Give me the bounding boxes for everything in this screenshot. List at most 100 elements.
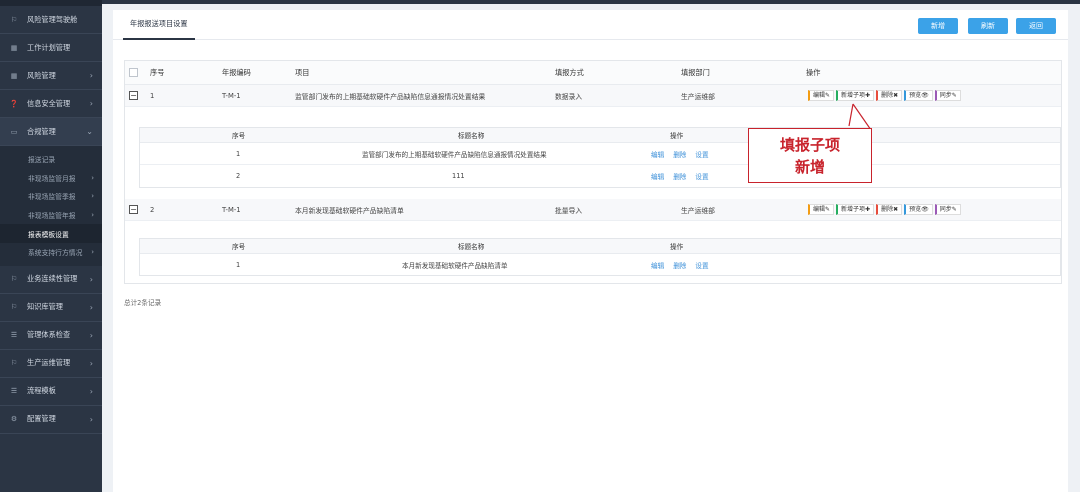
child-edit-link[interactable]: 编辑 <box>651 171 664 181</box>
report-items-table: 序号 年报编码 项目 填报方式 填报部门 操作 − 1 T-M-1 监管部门发布… <box>124 60 1062 284</box>
child-title: 本月新发现基础软硬件产品缺陷清单 <box>402 262 508 270</box>
preview-button[interactable]: 预览👁 <box>904 204 933 215</box>
child-header-seq: 序号 <box>232 243 246 251</box>
sidebar-item-label: 管理体系检查 <box>27 330 71 340</box>
row-item: 本月新发现基础软硬件产品缺陷清单 <box>295 206 404 215</box>
delete-button[interactable]: 删除✖ <box>876 204 903 215</box>
chevron-right-icon: › <box>91 248 94 257</box>
collapse-toggle[interactable]: − <box>129 85 138 106</box>
add-button[interactable]: 新增 <box>918 18 958 34</box>
child-edit-link[interactable]: 编辑 <box>651 149 664 159</box>
sidebar-subitem-label: 报表模板设置 <box>28 230 69 239</box>
sidebar-item-system-check[interactable]: ☰ 管理体系检查 › <box>0 322 102 350</box>
sidebar-item-label: 流程模板 <box>27 386 56 396</box>
top-bar <box>102 0 1080 4</box>
refresh-button[interactable]: 刷新 <box>968 18 1008 34</box>
child-title: 111 <box>452 172 465 180</box>
calendar-icon: ▦ <box>10 43 18 52</box>
chevron-right-icon: › <box>89 99 93 108</box>
annotation-line-2: 新增 <box>794 158 825 176</box>
child-header-ops: 操作 <box>670 132 684 140</box>
sidebar-subitem-annual[interactable]: 非现场监管年报 › <box>0 206 102 225</box>
sidebar-item-work-plan[interactable]: ▦ 工作计划管理 <box>0 34 102 62</box>
sync-button[interactable]: 同步✎ <box>934 90 961 101</box>
child-settings-link[interactable]: 设置 <box>695 260 708 270</box>
row-dept: 生产运维部 <box>681 92 715 101</box>
row-seq: 2 <box>150 205 155 214</box>
child-actions: 编辑 删除 设置 <box>651 143 718 164</box>
tab-annual-report-settings[interactable]: 年报报送项目设置 <box>123 16 195 40</box>
child-row: 1 本月新发现基础软硬件产品缺陷清单 编辑 删除 设置 <box>140 254 1060 276</box>
edit-button[interactable]: 编辑✎ <box>808 204 835 215</box>
list-icon: ☰ <box>10 387 18 396</box>
sidebar-subitem-label: 报送记录 <box>28 156 56 165</box>
sidebar-item-knowledge[interactable]: ⚐ 知识库管理 › <box>0 294 102 322</box>
child-settings-link[interactable]: 设置 <box>695 171 708 181</box>
edit-button[interactable]: 编辑✎ <box>808 90 835 101</box>
child-delete-link[interactable]: 删除 <box>673 171 686 181</box>
header-item: 项目 <box>295 67 310 77</box>
child-seq: 1 <box>236 149 241 158</box>
select-all-checkbox[interactable] <box>129 61 138 84</box>
sidebar-subitem-label: 非现场监管年报 <box>28 212 76 221</box>
sync-button[interactable]: 同步✎ <box>934 204 961 215</box>
sidebar-subitem-label: 非现场监管季报 <box>28 193 76 202</box>
sidebar-item-risk[interactable]: ▦ 风险管理 › <box>0 62 102 90</box>
row-seq: 1 <box>150 91 155 100</box>
sidebar-item-workflow[interactable]: ☰ 流程模板 › <box>0 378 102 406</box>
child-row: 1 监管部门发布的上期基础软硬件产品缺陷信息通报情况处置结果 编辑 删除 设置 <box>140 143 1060 165</box>
sidebar-submenu-compliance: 报送记录 非现场监管月报 › 非现场监管季报 › 非现场监管年报 › 报表模板设… <box>0 146 102 266</box>
sidebar-subitem-template-settings[interactable]: 报表模板设置 <box>0 224 102 243</box>
sidebar-item-compliance[interactable]: ▭ 合规管理 ⌄ <box>0 118 102 146</box>
sidebar-item-config[interactable]: ⚙ 配置管理 › <box>0 406 102 434</box>
sidebar-item-risk-cockpit[interactable]: ⚐ 风险管理驾驶舱 <box>0 6 102 34</box>
folder-icon: ▭ <box>10 127 18 136</box>
chevron-right-icon: › <box>89 71 93 80</box>
child-table-header: 序号 标题名称 操作 <box>140 239 1060 254</box>
list-icon: ☰ <box>10 331 18 340</box>
table-row: − 2 T-M-1 本月新发现基础软硬件产品缺陷清单 批量导入 生产运维部 编辑… <box>125 199 1061 221</box>
flag-icon: ⚐ <box>10 275 18 284</box>
header-code: 年报编码 <box>222 67 251 77</box>
tab-bar: 年报报送项目设置 新增 刷新 返回 <box>113 10 1068 40</box>
sidebar-item-continuity[interactable]: ⚐ 业务连续性管理 › <box>0 266 102 294</box>
child-header-title: 标题名称 <box>458 132 485 140</box>
child-seq: 1 <box>236 261 241 269</box>
main-content: 年报报送项目设置 新增 刷新 返回 序号 年报编码 项目 填报方式 填报部门 操… <box>113 10 1068 492</box>
sidebar: ⚐ 风险管理驾驶舱 ▦ 工作计划管理 ▦ 风险管理 › ❓ 信息安全管理 › ▭… <box>0 0 102 492</box>
back-button[interactable]: 返回 <box>1016 18 1056 34</box>
child-title: 监管部门发布的上期基础软硬件产品缺陷信息通报情况处置结果 <box>362 150 547 159</box>
child-delete-link[interactable]: 删除 <box>673 260 686 270</box>
child-settings-link[interactable]: 设置 <box>695 149 708 159</box>
sidebar-item-operations[interactable]: ⚐ 生产运维管理 › <box>0 350 102 378</box>
sidebar-subitem-system-support[interactable]: 系统支持行方情况 › <box>0 243 102 262</box>
child-items-table: 序号 标题名称 操作 1 本月新发现基础软硬件产品缺陷清单 编辑 删除 设置 <box>139 238 1061 276</box>
sidebar-item-label: 知识库管理 <box>27 302 63 312</box>
row-method: 数据录入 <box>555 92 583 101</box>
delete-button[interactable]: 删除✖ <box>876 90 903 101</box>
chevron-right-icon: › <box>89 302 93 312</box>
child-items-table: 序号 标题名称 操作 1 监管部门发布的上期基础软硬件产品缺陷信息通报情况处置结… <box>139 127 1061 188</box>
row-method: 批量导入 <box>555 206 583 215</box>
sidebar-subitem-monthly[interactable]: 非现场监管月报 › <box>0 169 102 188</box>
header-ops: 操作 <box>806 67 821 77</box>
sidebar-subitem-label: 非现场监管月报 <box>28 174 76 183</box>
sidebar-item-label: 风险管理 <box>27 70 56 80</box>
collapse-toggle[interactable]: − <box>129 199 138 220</box>
sidebar-item-infosec[interactable]: ❓ 信息安全管理 › <box>0 90 102 118</box>
add-child-button[interactable]: 新增子项✚ <box>836 90 875 101</box>
child-edit-link[interactable]: 编辑 <box>651 260 664 270</box>
chevron-right-icon: › <box>89 358 93 368</box>
annotation-line-1: 填报子项 <box>779 136 840 154</box>
child-header-title: 标题名称 <box>458 243 485 251</box>
flag-icon: ⚐ <box>10 359 18 368</box>
sidebar-subitem-quarterly[interactable]: 非现场监管季报 › <box>0 187 102 206</box>
annotation-callout: 填报子项 新增 <box>748 128 872 183</box>
preview-button[interactable]: 预览👁 <box>904 90 933 101</box>
sidebar-item-label: 风险管理驾驶舱 <box>27 14 78 24</box>
sidebar-subitem-report-records[interactable]: 报送记录 <box>0 150 102 169</box>
chevron-right-icon: › <box>89 274 93 284</box>
add-child-button[interactable]: 新增子项✚ <box>836 204 875 215</box>
child-delete-link[interactable]: 删除 <box>673 149 686 159</box>
child-table-header: 序号 标题名称 操作 <box>140 128 1060 143</box>
